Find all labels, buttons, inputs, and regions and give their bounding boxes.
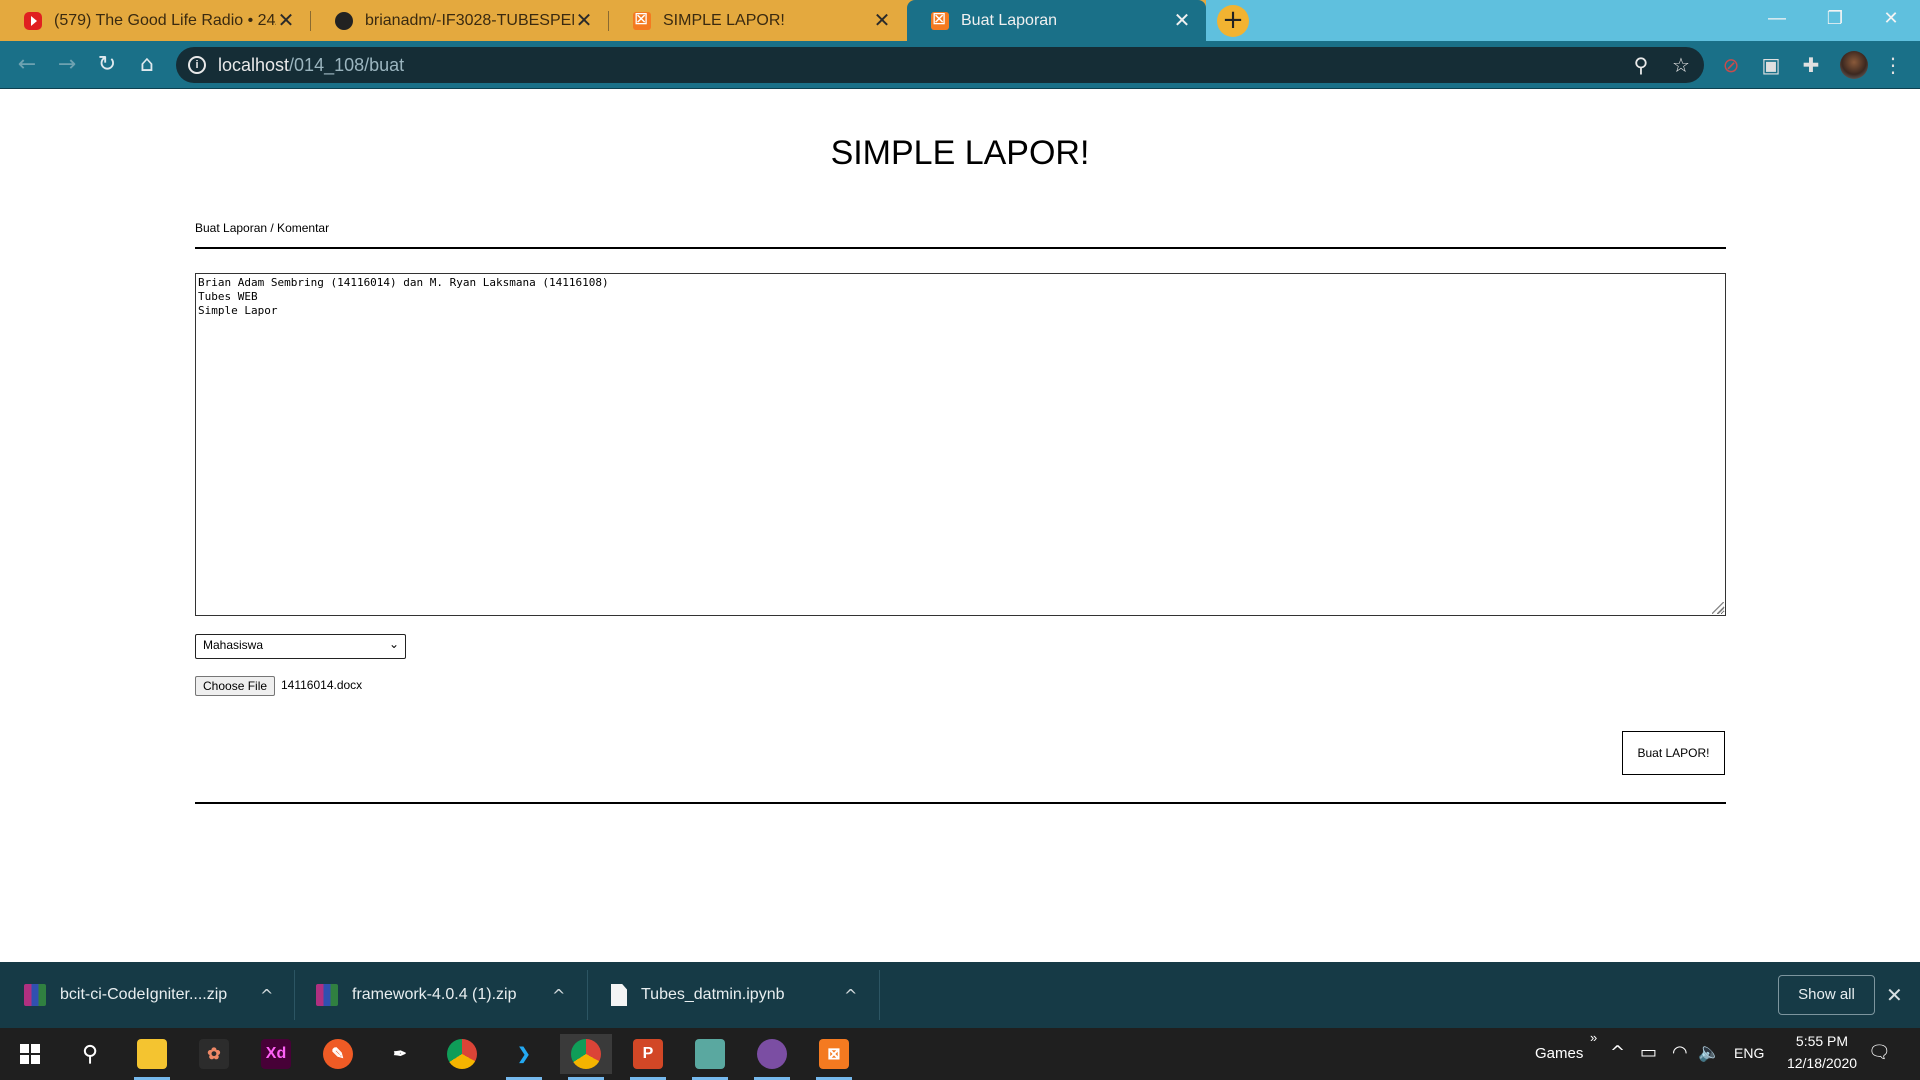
file-explorer-icon[interactable] (132, 1034, 172, 1080)
profile-avatar[interactable] (1840, 51, 1868, 79)
wifi-icon[interactable]: ◠ (1672, 1042, 1688, 1063)
vscode-icon[interactable]: ❯ (504, 1034, 544, 1080)
chevron-down-icon: ⌄ (388, 637, 399, 651)
tab-title: SIMPLE LAPOR! (663, 11, 785, 29)
tab-strip: (579) The Good Life Radio • 24/7 ✕ brian… (0, 0, 1920, 41)
bookmark-star-icon[interactable]: ☆ (1668, 52, 1694, 78)
page-title: SIMPLE LAPOR! (830, 134, 1090, 172)
close-icon[interactable]: ✕ (1172, 11, 1192, 31)
extensions-puzzle-icon[interactable]: ✚ (1798, 52, 1824, 78)
battery-icon[interactable]: ▭ (1640, 1042, 1657, 1063)
breadcrumb: Buat Laporan / Komentar (195, 221, 330, 235)
powerpoint-icon[interactable]: P (628, 1034, 668, 1080)
clock-time[interactable]: 5:55 PM (1786, 1033, 1858, 1049)
home-icon[interactable]: ⌂ (132, 50, 162, 80)
show-all-downloads-button[interactable]: Show all (1778, 975, 1875, 1015)
windows-taskbar: ⚲ ✿ Xd ✎ ✒ ❯ P ⊠ Games » ^ ▭ ◠ 🔈 ENG 5:5… (0, 1028, 1920, 1080)
download-item[interactable]: Tubes_datmin.ipynb ^ (608, 962, 878, 1028)
clock-date[interactable]: 12/18/2020 (1776, 1055, 1868, 1071)
submit-report-button[interactable]: Buat LAPOR! (1622, 731, 1725, 775)
divider-top (195, 247, 1726, 249)
reload-icon[interactable]: ↻ (92, 50, 122, 80)
back-icon[interactable]: ← (12, 50, 42, 80)
forward-icon[interactable]: → (52, 50, 82, 80)
chevron-up-icon[interactable]: ^ (844, 986, 857, 1005)
download-item[interactable]: bcit-ci-CodeIgniter....zip ^ (24, 962, 294, 1028)
close-icon[interactable]: ✕ (574, 11, 594, 31)
document-file-icon (611, 984, 627, 1006)
browser-toolbar: ← → ↻ ⌂ i localhost/014_108/buat ⚲ ☆ ⊘ ▣… (0, 41, 1920, 88)
zoom-icon[interactable]: ⚲ (1628, 52, 1654, 78)
close-icon[interactable]: ✕ (872, 11, 892, 31)
download-separator (879, 970, 880, 1020)
extension-blocker-icon[interactable]: ⊘ (1718, 52, 1744, 78)
notepad-icon[interactable] (690, 1034, 730, 1080)
zip-file-icon (316, 984, 338, 1006)
download-separator (587, 970, 588, 1020)
role-select[interactable]: Mahasiswa ⌄ (195, 634, 406, 659)
close-window-icon[interactable]: ✕ (1862, 0, 1920, 41)
address-bar[interactable]: i localhost/014_108/buat ⚲ ☆ (176, 47, 1704, 83)
chevron-up-icon[interactable]: ^ (260, 986, 273, 1005)
selected-file-name: 14116014.docx (281, 678, 363, 692)
zip-file-icon (24, 984, 46, 1006)
extension-save-icon[interactable]: ▣ (1758, 52, 1784, 78)
chrome-profile-icon[interactable] (560, 1034, 612, 1080)
close-icon[interactable]: ✕ (276, 11, 296, 31)
close-icon[interactable]: ✕ (1886, 983, 1903, 1007)
choose-file-button[interactable]: Choose File (195, 676, 276, 696)
tab-title: brianadm/-IF3028-TUBESPEMWEB (365, 11, 574, 29)
download-item[interactable]: framework-4.0.4 (1).zip ^ (316, 962, 586, 1028)
github-icon (335, 11, 353, 30)
page-content: SIMPLE LAPOR! Buat Laporan / Komentar Br… (0, 89, 1920, 962)
games-toolbar-label[interactable]: Games (1535, 1045, 1583, 1062)
download-file-name: bcit-ci-CodeIgniter....zip (60, 986, 228, 1003)
search-icon[interactable]: ⚲ (70, 1034, 110, 1074)
url-host: localhost (218, 55, 290, 75)
role-select-value: Mahasiswa (203, 638, 264, 652)
tab-title: (579) The Good Life Radio • 24/7 (54, 11, 276, 29)
download-separator (294, 970, 295, 1020)
tab-simple-lapor[interactable]: SIMPLE LAPOR! ✕ (609, 0, 906, 41)
tab-title: Buat Laporan (961, 11, 1058, 29)
windows-start-icon[interactable] (10, 1034, 50, 1074)
tab-buat-laporan[interactable]: Buat Laporan ✕ (907, 0, 1206, 41)
tab-github[interactable]: brianadm/-IF3028-TUBESPEMWEB ✕ (311, 0, 608, 41)
notifications-icon[interactable]: 🗨 (1868, 1042, 1891, 1063)
adobe-xd-icon[interactable]: Xd (256, 1034, 296, 1074)
xampp-icon (931, 9, 949, 30)
minimize-icon[interactable]: ― (1748, 0, 1806, 41)
download-shelf: bcit-ci-CodeIgniter....zip ^ framework-4… (0, 962, 1920, 1028)
show-hidden-icons-icon[interactable]: ^ (1610, 1042, 1625, 1063)
xampp-control-icon[interactable]: ⊠ (814, 1034, 854, 1080)
chevron-up-icon[interactable]: ^ (552, 986, 565, 1005)
chrome-icon[interactable] (442, 1034, 482, 1074)
tab-youtube[interactable]: (579) The Good Life Radio • 24/7 ✕ (0, 0, 310, 41)
report-textarea[interactable]: Brian Adam Sembring (14116014) dan M. Ry… (195, 273, 1726, 616)
download-file-name: Tubes_datmin.ipynb (641, 986, 785, 1003)
paint-app-icon[interactable]: ✿ (194, 1034, 234, 1074)
language-indicator[interactable]: ENG (1734, 1045, 1764, 1061)
xampp-icon (633, 9, 651, 30)
info-icon[interactable]: i (188, 56, 206, 74)
volume-icon[interactable]: 🔈 (1698, 1042, 1720, 1063)
toolbar-expand-icon[interactable]: » (1590, 1030, 1597, 1045)
postman-icon[interactable]: ✎ (318, 1034, 358, 1074)
new-tab-button[interactable]: + (1217, 5, 1249, 37)
inkscape-icon[interactable]: ✒ (380, 1034, 420, 1074)
divider-bottom (195, 802, 1726, 804)
menu-kebab-icon[interactable]: ⋮ (1880, 52, 1906, 78)
url-path: /014_108/buat (289, 55, 405, 75)
url-text[interactable]: localhost/014_108/buat (218, 55, 404, 76)
github-desktop-icon[interactable] (752, 1034, 792, 1080)
download-file-name: framework-4.0.4 (1).zip (352, 986, 517, 1003)
restore-icon[interactable]: ❐ (1806, 0, 1864, 41)
resize-grip-icon[interactable] (1712, 602, 1724, 614)
youtube-icon (24, 11, 42, 30)
